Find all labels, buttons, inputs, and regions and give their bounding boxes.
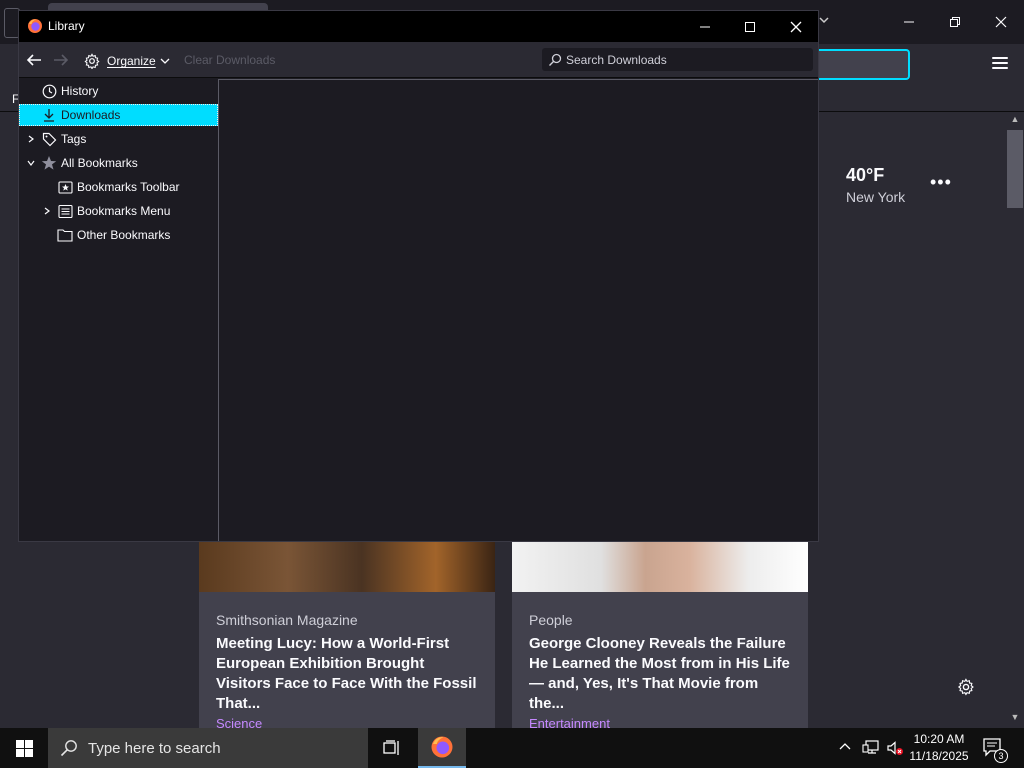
tree-item-bookmarks-menu[interactable]: Bookmarks Menu xyxy=(19,200,218,222)
story-card[interactable]: People George Clooney Reveals the Failur… xyxy=(512,540,808,728)
scroll-up-icon[interactable]: ▲ xyxy=(1008,114,1022,126)
show-hidden-icons-chevron-icon[interactable] xyxy=(838,740,854,756)
list-all-tabs-icon[interactable] xyxy=(818,14,834,30)
restore-button[interactable] xyxy=(943,10,967,34)
start-button[interactable] xyxy=(0,728,48,768)
scroll-down-icon[interactable]: ▼ xyxy=(1008,712,1022,724)
bookmarks-menu-icon xyxy=(57,203,73,219)
firefox-logo-icon xyxy=(27,18,43,34)
clear-downloads-button[interactable]: Clear Downloads xyxy=(184,53,275,67)
library-close-button[interactable] xyxy=(784,15,808,39)
story-image xyxy=(512,540,808,592)
notification-count-badge: 3 xyxy=(994,749,1008,763)
library-minimize-button[interactable] xyxy=(693,15,717,39)
taskbar-search-placeholder: Type here to search xyxy=(88,739,221,757)
tree-item-history[interactable]: History xyxy=(19,80,218,102)
weather-more-icon[interactable]: ••• xyxy=(930,172,952,193)
tree-item-tags[interactable]: Tags xyxy=(19,128,218,150)
volume-muted-icon[interactable] xyxy=(886,739,904,757)
taskbar-firefox-button[interactable] xyxy=(418,728,466,768)
tree-item-label: Bookmarks Menu xyxy=(77,204,171,218)
downloads-list-pane[interactable] xyxy=(218,79,818,541)
download-arrow-icon xyxy=(41,107,57,123)
organize-button[interactable]: Organize xyxy=(84,51,170,71)
chevron-right-icon[interactable] xyxy=(41,205,53,217)
weather-temperature[interactable]: 40°F xyxy=(846,165,884,186)
library-maximize-button[interactable] xyxy=(738,15,762,39)
chevron-right-icon[interactable] xyxy=(25,133,37,145)
chevron-down-icon[interactable] xyxy=(25,157,37,169)
tree-item-label: Tags xyxy=(61,132,87,146)
search-icon xyxy=(549,53,562,66)
back-arrow-icon[interactable] xyxy=(25,51,45,69)
minimize-button[interactable] xyxy=(897,10,921,34)
taskbar: Type here to search 10:20 AM 11/18/2025 … xyxy=(0,728,1024,768)
story-title[interactable]: George Clooney Reveals the Failure He Le… xyxy=(529,634,794,714)
search-downloads-input[interactable] xyxy=(566,52,813,67)
star-icon xyxy=(41,155,57,171)
story-source: People xyxy=(529,612,573,628)
scrollbar-thumb[interactable] xyxy=(1007,130,1023,208)
library-toolbar: Organize Clear Downloads xyxy=(19,42,818,78)
windows-logo-icon xyxy=(15,739,33,757)
weather-city[interactable]: New York xyxy=(846,189,905,205)
tree-item-label: Downloads xyxy=(61,108,121,122)
story-source: Smithsonian Magazine xyxy=(216,612,358,628)
search-downloads-field[interactable] xyxy=(542,48,813,71)
story-image xyxy=(199,540,495,592)
taskbar-clock[interactable]: 10:20 AM 11/18/2025 xyxy=(906,731,972,765)
clock-date: 11/18/2025 xyxy=(909,749,969,763)
tree-item-bookmarks-toolbar[interactable]: Bookmarks Toolbar xyxy=(19,176,218,198)
firefox-logo-icon xyxy=(431,736,453,758)
tree-item-label: Bookmarks Toolbar xyxy=(77,180,180,194)
task-view-icon xyxy=(383,740,399,755)
tree-item-label: All Bookmarks xyxy=(61,156,138,170)
folder-icon xyxy=(57,227,73,243)
library-window: Library Organize Clear Downloads Search … xyxy=(18,10,819,542)
tree-item-all-bookmarks[interactable]: All Bookmarks xyxy=(19,152,218,174)
clock-icon xyxy=(41,83,57,99)
tree-item-downloads[interactable]: Downloads xyxy=(19,104,218,126)
chevron-down-icon xyxy=(160,58,170,64)
tree-item-label: History xyxy=(61,84,99,98)
settings-gear-icon[interactable] xyxy=(957,678,975,696)
library-titlebar: Library xyxy=(19,11,818,42)
url-bar[interactable] xyxy=(818,49,910,80)
tag-icon xyxy=(41,131,57,147)
network-icon[interactable] xyxy=(862,739,880,757)
taskbar-search-box[interactable]: Type here to search xyxy=(48,728,368,768)
task-view-button[interactable] xyxy=(372,728,412,768)
story-tag: Entertainment xyxy=(529,716,610,728)
search-icon xyxy=(60,740,77,757)
tree-item-label: Other Bookmarks xyxy=(77,228,171,242)
app-menu-icon[interactable] xyxy=(992,57,1008,71)
bookmarks-toolbar-icon xyxy=(57,179,73,195)
story-card[interactable]: Smithsonian Magazine Meeting Lucy: How a… xyxy=(199,540,495,728)
close-button[interactable] xyxy=(989,10,1013,34)
story-tag: Science xyxy=(216,716,263,728)
gear-icon xyxy=(84,53,100,69)
library-title: Library xyxy=(48,19,85,33)
clock-time: 10:20 AM xyxy=(913,732,965,746)
organize-label: Organize xyxy=(107,54,156,68)
story-title[interactable]: Meeting Lucy: How a World-First European… xyxy=(216,634,481,714)
forward-arrow-icon[interactable] xyxy=(52,51,72,69)
library-sidebar-tree: History Downloads Tags All Bookmarks Boo… xyxy=(19,79,218,541)
tree-item-other-bookmarks[interactable]: Other Bookmarks xyxy=(19,224,218,246)
